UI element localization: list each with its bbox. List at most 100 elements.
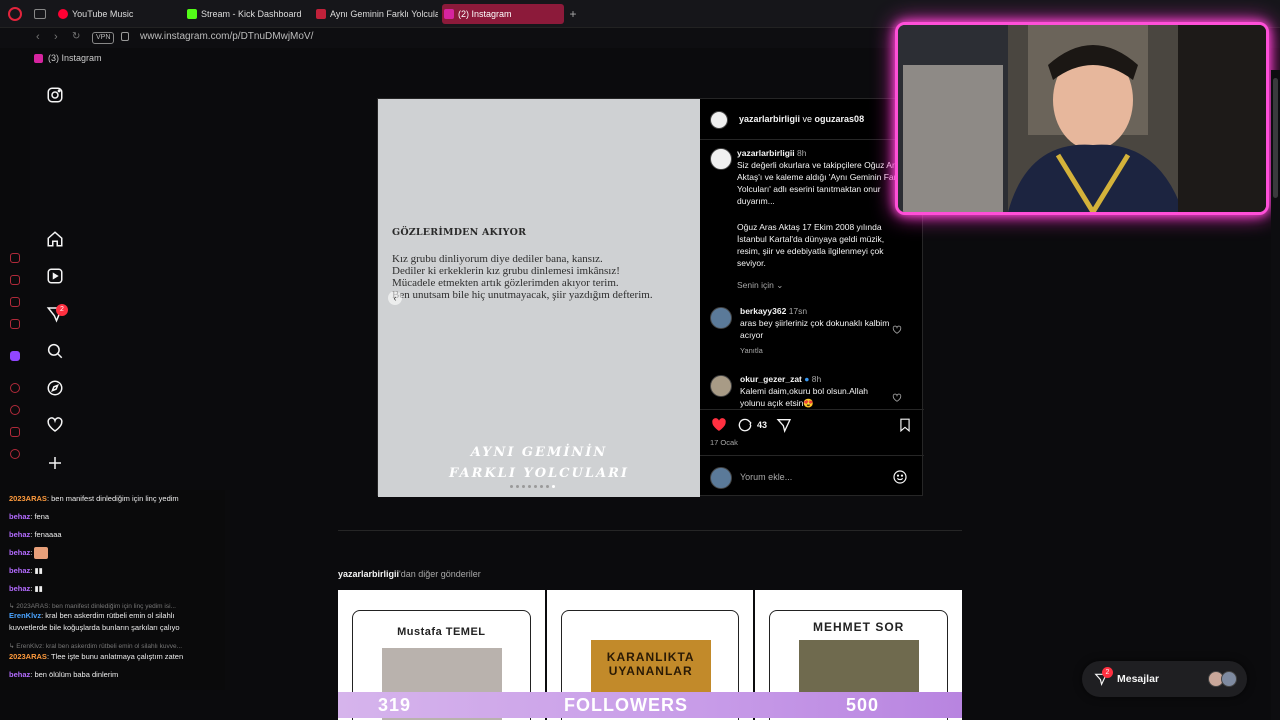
comment-author[interactable]: berkayy362 xyxy=(740,306,786,316)
post-dialog: GÖZLERİMDEN AKIYOR Kız grubu dinliyorum … xyxy=(377,98,924,497)
comment-text: Kalemi daim,okuru bol olsun.Allah yolunu… xyxy=(740,386,869,408)
notifications-heart-icon[interactable] xyxy=(46,416,64,434)
chat-message: 2023ARAS: ben manifest dinlediğim için l… xyxy=(9,494,179,503)
chat-message: behaz: ▮▮ xyxy=(9,566,43,575)
see-translation[interactable]: Senin için ⌄ xyxy=(737,279,783,291)
collaborator-link[interactable]: oguzaras08 xyxy=(815,114,865,124)
url-field[interactable]: www.instagram.com/p/DTnuDMwjMoV/ xyxy=(140,31,313,42)
back-icon[interactable]: ‹ xyxy=(36,31,40,43)
liked-heart-icon[interactable] xyxy=(710,417,728,433)
chat-user: behaz xyxy=(9,530,31,539)
vpn-badge[interactable]: VPN xyxy=(92,32,115,44)
messages-badge: 2 xyxy=(1102,667,1113,678)
tab-instagram[interactable]: (2) Instagram xyxy=(442,4,564,24)
tab-overview-icon[interactable] xyxy=(34,9,46,19)
chat-message: 2023ARAS: Tlee işte bunu anlatmaya çalış… xyxy=(9,652,184,661)
more-posts-title: yazarlarbirligii'dan diğer gönderiler xyxy=(338,569,481,579)
avatar xyxy=(710,467,732,489)
sidebar-app-icon[interactable] xyxy=(10,275,20,285)
comment-icon[interactable] xyxy=(737,417,753,433)
forward-icon[interactable]: › xyxy=(54,31,58,43)
lock-icon[interactable] xyxy=(121,32,129,41)
youtube-music-icon xyxy=(58,9,68,19)
post-image[interactable]: GÖZLERİMDEN AKIYOR Kız grubu dinliyorum … xyxy=(378,99,700,497)
chat-message: behaz: ben ölülüm baba dinlerim xyxy=(9,670,119,679)
reels-icon[interactable] xyxy=(46,267,64,285)
create-plus-icon[interactable] xyxy=(46,454,64,472)
chat-user: 2023ARAS xyxy=(9,494,47,503)
chat-text: Tlee işte bunu anlatmaya çalıştım zaten xyxy=(50,652,184,661)
header-joiner: ve xyxy=(800,114,815,124)
instagram-nav: 2 xyxy=(30,70,80,490)
comment: okur_gezer_zat ● 8h Kalemi daim,okuru bo… xyxy=(740,373,890,408)
emote-icon: ▮▮ xyxy=(34,584,43,593)
more-posts-author[interactable]: yazarlarbirligii xyxy=(338,569,399,579)
sidebar-app-icon[interactable] xyxy=(10,297,20,307)
avatar xyxy=(1221,671,1237,687)
poem-line: Dediler ki erkeklerin kız grubu dinlemes… xyxy=(392,265,620,277)
comment-time: 8h xyxy=(811,374,822,384)
comment-count: 43 xyxy=(757,420,768,430)
tab-label: YouTube Music xyxy=(72,9,134,19)
sidebar-app-icon[interactable] xyxy=(10,383,20,393)
search-icon[interactable] xyxy=(46,342,64,360)
avatar[interactable] xyxy=(710,307,732,329)
settings-icon[interactable] xyxy=(10,449,20,459)
reload-icon[interactable]: ↻ xyxy=(72,31,80,42)
avatar[interactable] xyxy=(710,111,728,129)
history-icon[interactable] xyxy=(10,405,20,415)
poem-line: Kız grubu dinliyorum diye dediler bana, … xyxy=(392,253,603,265)
tab-kick-dashboard[interactable]: Stream - Kick Dashboard xyxy=(185,4,311,24)
site-icon xyxy=(316,9,326,19)
twitch-icon[interactable] xyxy=(10,351,20,361)
kick-icon xyxy=(187,9,197,19)
tab-label: Stream - Kick Dashboard xyxy=(201,9,302,19)
author-link[interactable]: yazarlarbirligii xyxy=(739,114,800,124)
chat-user: behaz xyxy=(9,566,31,575)
explore-icon[interactable] xyxy=(46,379,64,397)
divider xyxy=(700,455,924,456)
caption-paragraph: Oğuz Aras Aktaş 17 Ekim 2008 yılında İst… xyxy=(737,222,885,268)
avatar[interactable] xyxy=(710,375,732,397)
caption-author[interactable]: yazarlarbirligii xyxy=(737,148,795,158)
bookmark-icon[interactable] xyxy=(898,417,912,433)
opera-logo-icon[interactable] xyxy=(8,7,22,21)
tab-ayni-geminin[interactable]: Aynı Geminin Farklı Yolcula xyxy=(314,4,438,24)
avatar[interactable] xyxy=(710,148,732,170)
like-comment-icon[interactable] xyxy=(892,325,902,335)
comment-author[interactable]: okur_gezer_zat xyxy=(740,374,802,384)
followers-label: FOLLOWERS xyxy=(564,695,688,715)
sidebar-app-icon[interactable] xyxy=(10,319,20,329)
stream-chat-overlay: 2023ARAS: ben manifest dinlediğim için l… xyxy=(0,490,225,690)
caption-time: 8h xyxy=(797,148,807,158)
like-comment-icon[interactable] xyxy=(892,393,902,403)
sidebar-app-icon[interactable] xyxy=(10,427,20,437)
previous-image-icon[interactable]: ‹ xyxy=(388,291,402,305)
followers-goal: 500 xyxy=(846,695,880,715)
caption: yazarlarbirligii 8h Siz değerli okurlara… xyxy=(737,147,907,207)
chat-user: behaz xyxy=(9,584,31,593)
poem-line: Mücadele etmekten artık gözlerimden akıy… xyxy=(392,277,619,289)
comment-input[interactable]: Yorum ekle... xyxy=(740,472,792,482)
instagram-logo-icon[interactable] xyxy=(46,86,64,104)
instagram-icon xyxy=(444,9,454,19)
reply-link[interactable]: Yanıtla xyxy=(740,345,763,357)
page-scrollbar[interactable] xyxy=(1271,70,1280,720)
emoji-icon[interactable] xyxy=(892,469,908,485)
comments-scroll[interactable]: yazarlarbirligii 8h Siz değerli okurlara… xyxy=(700,143,924,408)
see-translation-label: Senin için xyxy=(737,280,774,290)
chat-text: fenaaaa xyxy=(34,530,62,539)
share-icon[interactable] xyxy=(776,417,792,433)
scrollbar-thumb[interactable] xyxy=(1273,78,1278,198)
chat-message: behaz: xyxy=(9,544,49,562)
post-side-panel: yazarlarbirligii ve oguzaras08 yazarlarb… xyxy=(700,99,924,497)
home-icon[interactable] xyxy=(46,230,64,248)
comment-time: 17sn xyxy=(788,306,808,316)
grid-post-title: Mustafa TEMEL xyxy=(397,626,486,638)
followers-current: 319 xyxy=(378,695,412,715)
sidebar-app-icon[interactable] xyxy=(10,253,20,263)
messages-button[interactable]: 2 Mesajlar xyxy=(1082,661,1247,697)
new-tab-button[interactable]: + xyxy=(568,8,578,20)
bookmark-instagram[interactable]: (3) Instagram xyxy=(34,53,102,63)
tab-youtube-music[interactable]: YouTube Music xyxy=(56,4,182,24)
